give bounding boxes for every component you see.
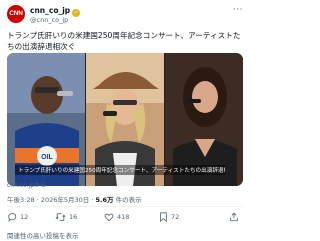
media-caption: トランプ氏肝いりの米建国250周年記念コンサート、アーティストたちの出演辞退相次…	[15, 165, 225, 175]
tweet-time[interactable]: 午後3:28	[7, 196, 35, 204]
related-posts-link[interactable]: 関連性の高い投稿を表示	[7, 230, 79, 240]
retweet-icon	[55, 213, 66, 221]
tweet-text: トランプ氏肝いりの米建国250周年記念コンサート、アーティストたちの出演辞退相次…	[7, 31, 241, 51]
heart-icon	[104, 213, 114, 222]
reply-icon	[8, 213, 17, 222]
display-name-text[interactable]: cnn_co_jp	[30, 6, 70, 15]
action-bar: 12 16 418 72	[7, 211, 243, 223]
bookmark-count: 72	[171, 213, 180, 221]
like-count: 418	[117, 213, 130, 221]
views-count: 5.6万	[95, 196, 114, 204]
reply-button[interactable]: 12	[7, 211, 28, 223]
reply-count: 12	[20, 213, 29, 221]
handle[interactable]: @cnn_co_jp	[30, 16, 68, 24]
share-icon	[230, 212, 238, 222]
bookmark-icon	[160, 212, 167, 222]
verified-badge-icon: ✓	[72, 9, 81, 17]
tweet-date[interactable]: 2026年5月30日	[41, 196, 89, 204]
link-source[interactable]: cnn.co.jpから	[7, 180, 46, 189]
share-button[interactable]	[229, 211, 242, 223]
more-options-icon[interactable]: ···	[233, 5, 243, 15]
avatar[interactable]: CNN	[7, 5, 25, 23]
bookmark-button[interactable]: 72	[159, 211, 179, 223]
views-label: 件の表示	[115, 196, 142, 204]
retweet-count: 16	[69, 213, 78, 221]
retweet-button[interactable]: 16	[55, 211, 77, 223]
like-button[interactable]: 418	[104, 211, 129, 223]
divider	[7, 206, 243, 207]
svg-text:OIL: OIL	[41, 154, 53, 161]
tweet-header: CNN cnn_co_jp ✓ @cnn_co_jp ···	[7, 5, 243, 25]
tweet-meta: 午後3:28 · 2026年5月30日 · 5.6万 件の表示	[7, 196, 142, 204]
tweet-media[interactable]: OIL トランプ氏肝いりの米建国250周年記念コンサート、アーティストたちの出演…	[7, 53, 243, 186]
